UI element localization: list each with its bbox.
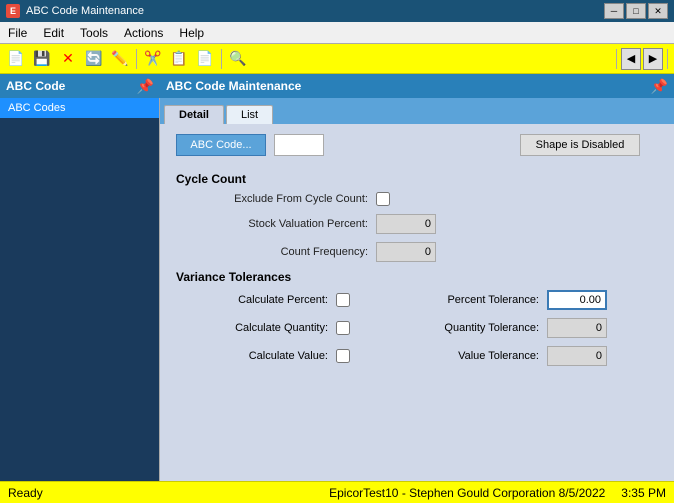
variance-tolerances-header: Variance Tolerances — [176, 270, 658, 284]
edit-button[interactable]: ✏️ — [108, 47, 132, 71]
stock-valuation-label: Stock Valuation Percent: — [176, 218, 376, 230]
count-frequency-row: Count Frequency: — [176, 242, 658, 262]
form-content: ABC Code... Shape is Disabled Cycle Coun… — [160, 124, 674, 481]
title-bar: E ABC Code Maintenance ─ □ ✕ — [0, 0, 674, 22]
tab-detail[interactable]: Detail — [164, 105, 224, 124]
toolbar-separator-1 — [136, 49, 137, 69]
calculate-quantity-label: Calculate Quantity: — [176, 322, 336, 334]
content-panel-pin[interactable]: 📌 — [651, 78, 668, 95]
calculate-percent-group: Calculate Percent: — [176, 293, 417, 307]
toolbar-separator-2 — [221, 49, 222, 69]
calculate-quantity-checkbox[interactable] — [336, 321, 350, 335]
save-button[interactable]: 💾 — [30, 47, 54, 71]
menu-actions[interactable]: Actions — [116, 22, 171, 43]
menu-file[interactable]: File — [0, 22, 35, 43]
value-row: Calculate Value: Value Tolerance: — [176, 346, 658, 366]
minimize-button[interactable]: ─ — [604, 3, 624, 19]
paste-button[interactable]: 📄 — [193, 47, 217, 71]
search-button[interactable]: 🔍 — [226, 47, 250, 71]
quantity-tolerance-label: Quantity Tolerance: — [417, 322, 547, 334]
shape-disabled-button[interactable]: Shape is Disabled — [520, 134, 640, 156]
cut-button[interactable]: ✂️ — [141, 47, 165, 71]
calculate-value-label: Calculate Value: — [176, 350, 336, 362]
left-panel-header: ABC Code 📌 — [0, 74, 160, 98]
percent-tolerance-group: Percent Tolerance: — [417, 290, 658, 310]
exclude-label: Exclude From Cycle Count: — [176, 193, 376, 205]
left-panel-title: ABC Code — [6, 79, 65, 93]
toolbar-separator-3 — [616, 49, 617, 69]
calculate-value-checkbox[interactable] — [336, 349, 350, 363]
status-text: Ready — [8, 486, 43, 500]
status-bar: Ready EpicorTest10 - Stephen Gould Corpo… — [0, 481, 674, 503]
close-button[interactable]: ✕ — [648, 3, 668, 19]
count-frequency-input[interactable] — [376, 242, 436, 262]
maximize-button[interactable]: □ — [626, 3, 646, 19]
quantity-row: Calculate Quantity: Quantity Tolerance: — [176, 318, 658, 338]
sidebar: ABC Codes — [0, 98, 160, 481]
quantity-tolerance-group: Quantity Tolerance: — [417, 318, 658, 338]
nav-back-button[interactable]: ◀ — [621, 48, 641, 70]
calculate-percent-label: Calculate Percent: — [176, 294, 336, 306]
menu-bar: File Edit Tools Actions Help — [0, 22, 674, 44]
abc-code-input[interactable] — [274, 134, 324, 156]
status-right: EpicorTest10 - Stephen Gould Corporation… — [329, 486, 666, 500]
exclude-checkbox[interactable] — [376, 192, 390, 206]
value-tolerance-label: Value Tolerance: — [417, 350, 547, 362]
window-title: ABC Code Maintenance — [26, 5, 598, 17]
menu-tools[interactable]: Tools — [72, 22, 116, 43]
calculate-quantity-group: Calculate Quantity: — [176, 321, 417, 335]
stock-valuation-row: Stock Valuation Percent: — [176, 214, 658, 234]
percent-tolerance-label: Percent Tolerance: — [417, 294, 547, 306]
sidebar-item-abc-codes[interactable]: ABC Codes — [0, 98, 159, 118]
left-panel-pin[interactable]: 📌 — [137, 78, 154, 95]
cycle-count-header: Cycle Count — [176, 172, 658, 186]
content-panel-title: ABC Code Maintenance — [166, 79, 301, 93]
status-time: 3:35 PM — [621, 486, 666, 500]
nav-forward-button[interactable]: ▶ — [643, 48, 663, 70]
calculate-percent-checkbox[interactable] — [336, 293, 350, 307]
calculate-value-group: Calculate Value: — [176, 349, 417, 363]
menu-help[interactable]: Help — [171, 22, 212, 43]
delete-button[interactable]: ✕ — [56, 47, 80, 71]
count-frequency-label: Count Frequency: — [176, 246, 376, 258]
status-info: EpicorTest10 - Stephen Gould Corporation… — [329, 486, 605, 500]
new-button[interactable]: 📄 — [4, 47, 28, 71]
tab-list[interactable]: List — [226, 105, 273, 124]
toolbar-separator-4 — [667, 49, 668, 69]
toolbar: 📄 💾 ✕ 🔄 ✏️ ✂️ 📋 📄 🔍 ◀ ▶ — [0, 44, 674, 74]
percent-row: Calculate Percent: Percent Tolerance: — [176, 290, 658, 310]
menu-edit[interactable]: Edit — [35, 22, 72, 43]
window-controls: ─ □ ✕ — [604, 3, 668, 19]
value-tolerance-input[interactable] — [547, 346, 607, 366]
abc-code-row: ABC Code... Shape is Disabled — [176, 134, 658, 156]
content-panel-header: ABC Code Maintenance 📌 — [160, 74, 674, 98]
stock-valuation-input[interactable] — [376, 214, 436, 234]
tab-bar: Detail List — [160, 98, 674, 124]
refresh-button[interactable]: 🔄 — [82, 47, 106, 71]
abc-code-button[interactable]: ABC Code... — [176, 134, 266, 156]
exclude-cycle-count-row: Exclude From Cycle Count: — [176, 192, 658, 206]
percent-tolerance-input[interactable] — [547, 290, 607, 310]
app-icon: E — [6, 4, 20, 18]
quantity-tolerance-input[interactable] — [547, 318, 607, 338]
copy-button[interactable]: 📋 — [167, 47, 191, 71]
value-tolerance-group: Value Tolerance: — [417, 346, 658, 366]
